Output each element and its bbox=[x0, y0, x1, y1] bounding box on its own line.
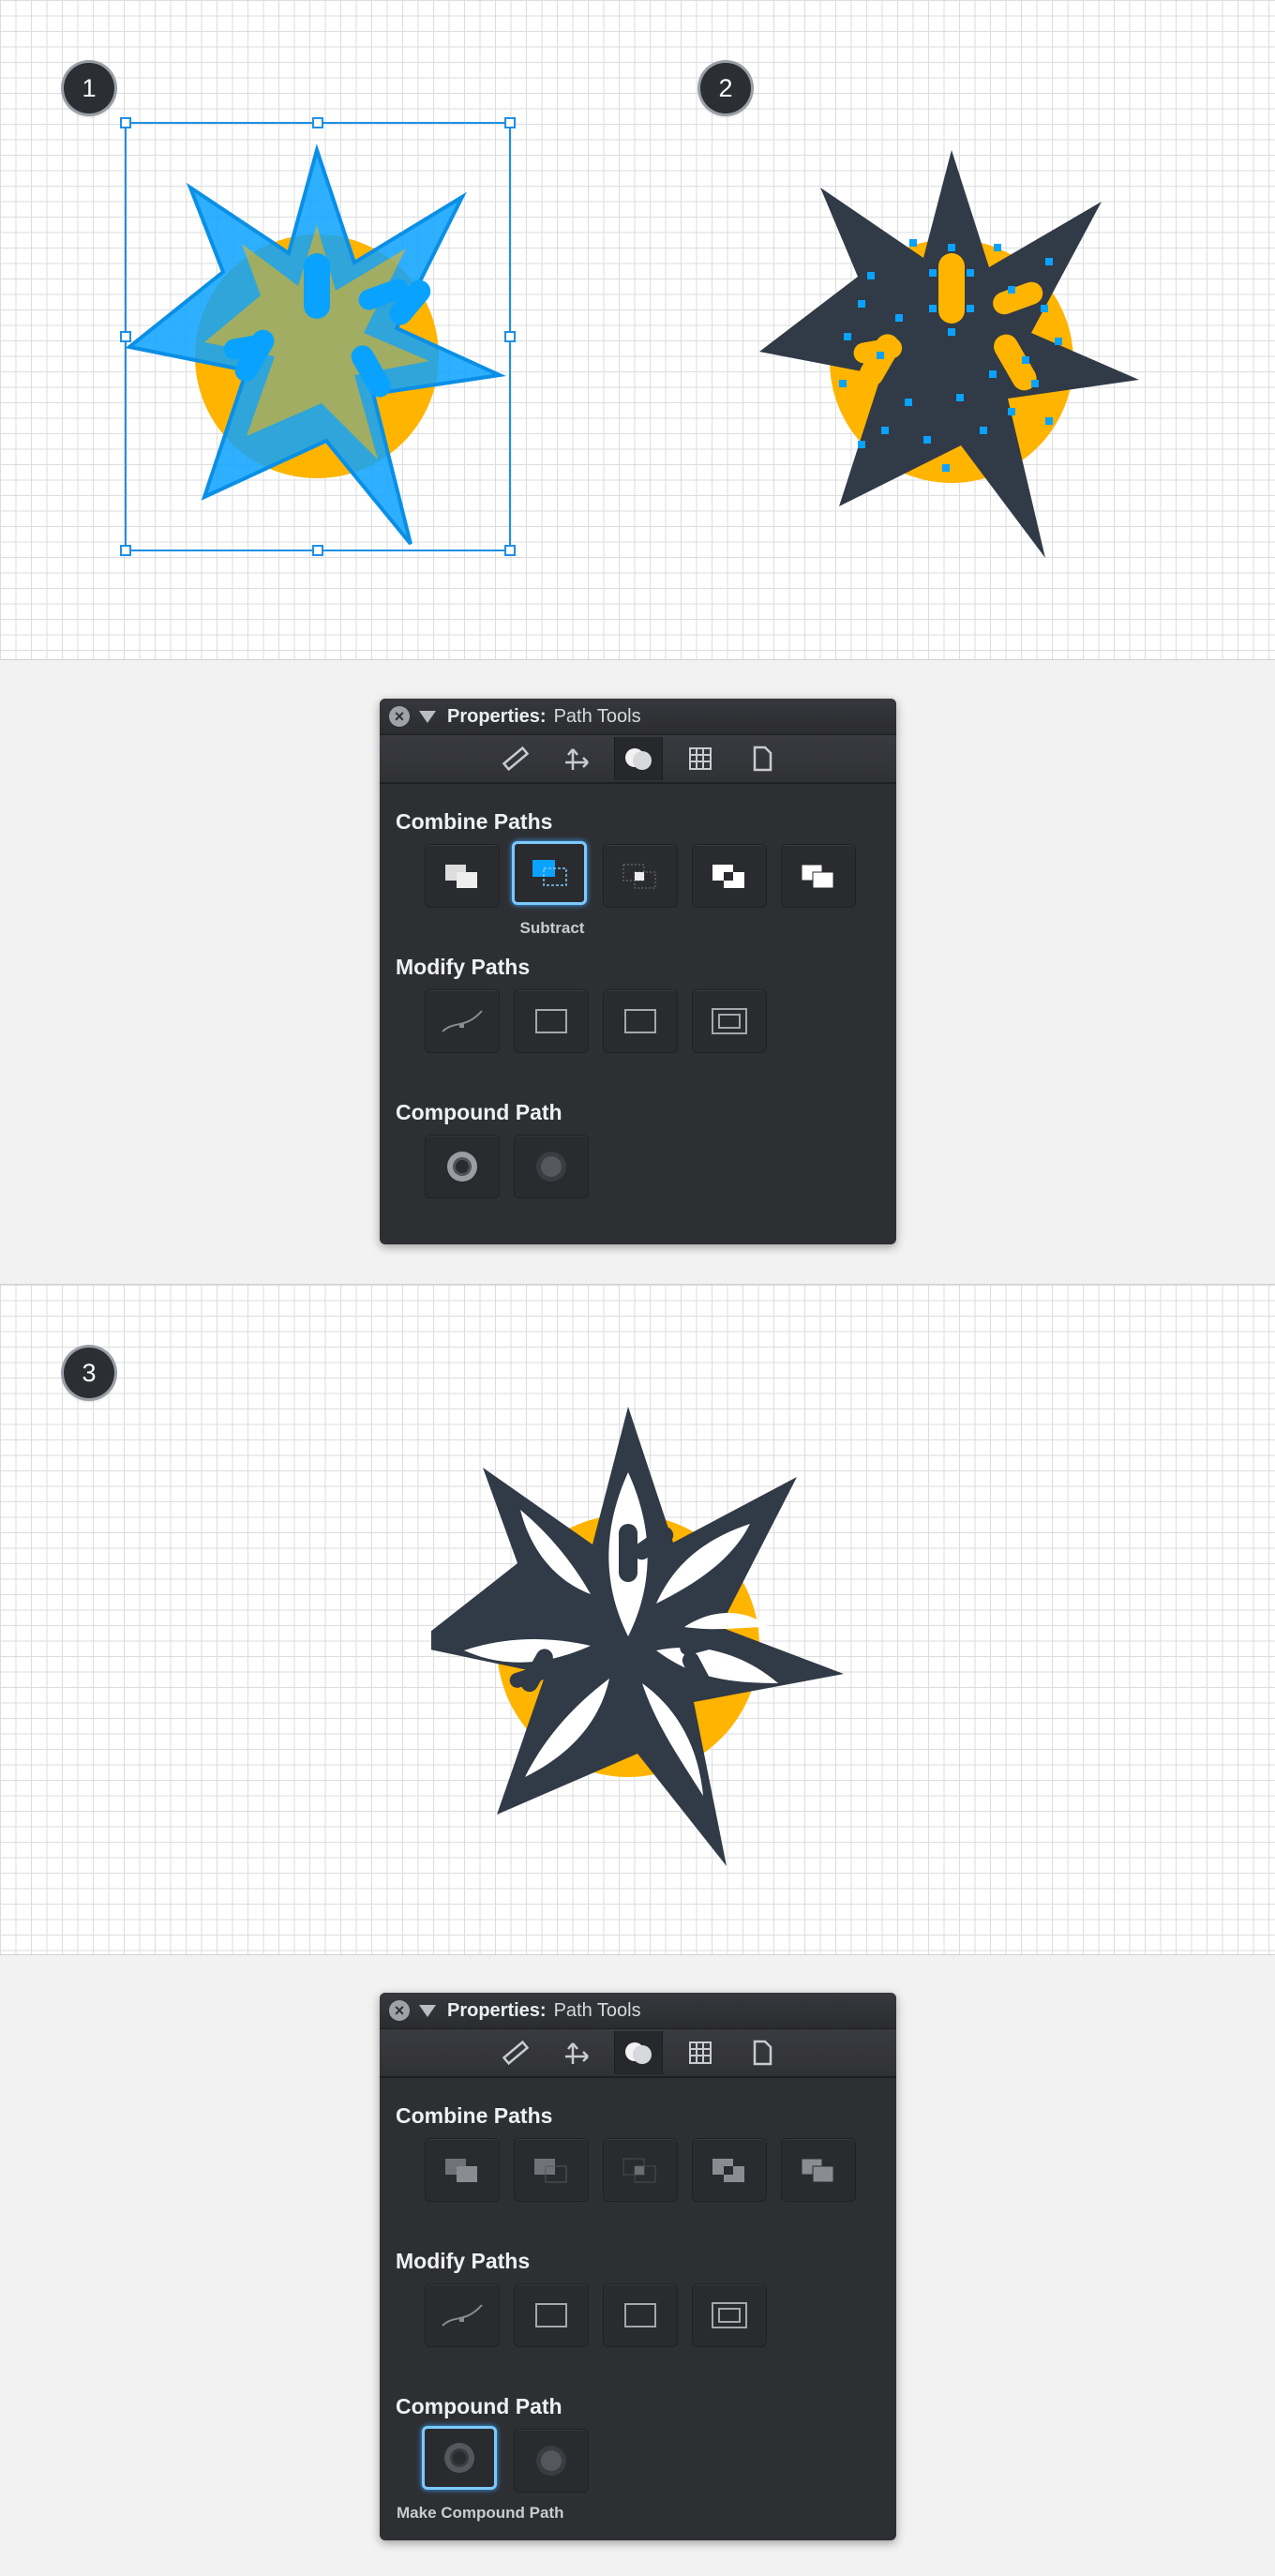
selection-bounding-box[interactable] bbox=[120, 117, 523, 558]
dark-star-with-anchors[interactable] bbox=[755, 117, 1158, 558]
make-compound-path-button[interactable] bbox=[422, 2426, 497, 2490]
transform-icon[interactable] bbox=[552, 737, 601, 780]
panel-title-value: Path Tools bbox=[553, 1999, 641, 2021]
simplify-path-button[interactable] bbox=[425, 2283, 500, 2347]
exclude-button[interactable] bbox=[692, 844, 767, 908]
close-icon[interactable]: × bbox=[389, 706, 410, 727]
ruler-icon[interactable] bbox=[490, 2031, 539, 2074]
document-icon[interactable] bbox=[738, 2031, 787, 2074]
modify-paths-heading: Modify Paths bbox=[396, 2249, 531, 2273]
divide-button[interactable] bbox=[781, 844, 856, 908]
artboard-canvas-bottom[interactable]: 3 bbox=[0, 1284, 1275, 1955]
outline-stroke-button[interactable] bbox=[514, 989, 589, 1053]
path-ops-icon[interactable] bbox=[613, 2031, 663, 2074]
panel-tab-bar bbox=[380, 2029, 896, 2078]
panel-title-value: Path Tools bbox=[553, 705, 641, 727]
subtract-button[interactable] bbox=[514, 2138, 589, 2202]
expand-path-button[interactable] bbox=[603, 989, 678, 1053]
close-icon[interactable]: × bbox=[389, 2000, 410, 2021]
collapse-triangle-icon[interactable] bbox=[419, 710, 436, 723]
ruler-icon[interactable] bbox=[490, 737, 539, 780]
properties-panel-path-tools-2: × Properties: Path Tools Combine Paths M… bbox=[380, 1993, 896, 2540]
step-badge-1: 1 bbox=[64, 63, 114, 113]
divide-button[interactable] bbox=[781, 2138, 856, 2202]
release-compound-path-button[interactable] bbox=[514, 1135, 589, 1198]
compound-path-heading: Compound Path bbox=[396, 1100, 562, 1124]
final-star-artwork[interactable] bbox=[431, 1402, 844, 1871]
panel-titlebar: × Properties: Path Tools bbox=[380, 1993, 896, 2029]
subtract-caption: Subtract bbox=[519, 919, 585, 937]
artboard-canvas-top[interactable]: 1 2 bbox=[0, 0, 1275, 660]
compound-path-heading: Compound Path bbox=[396, 2394, 562, 2418]
combine-paths-heading: Combine Paths bbox=[396, 2103, 553, 2128]
modify-paths-heading: Modify Paths bbox=[396, 955, 531, 979]
union-button[interactable] bbox=[425, 844, 500, 908]
make-compound-path-caption: Make Compound Path bbox=[397, 2504, 564, 2522]
outline-stroke-button[interactable] bbox=[514, 2283, 589, 2347]
panel-title-label: Properties: bbox=[447, 1999, 547, 2021]
subtract-button[interactable] bbox=[512, 841, 587, 905]
collapse-triangle-icon[interactable] bbox=[419, 2004, 436, 2017]
panel-titlebar: × Properties: Path Tools bbox=[380, 699, 896, 735]
intersect-button[interactable] bbox=[603, 844, 678, 908]
simplify-path-button[interactable] bbox=[425, 989, 500, 1053]
path-ops-icon[interactable] bbox=[613, 737, 663, 780]
offset-path-button[interactable] bbox=[692, 989, 767, 1053]
grid-icon[interactable] bbox=[676, 2031, 725, 2074]
offset-path-button[interactable] bbox=[692, 2283, 767, 2347]
properties-panel-path-tools: × Properties: Path Tools Combine Paths S… bbox=[380, 699, 896, 1244]
panel-title-label: Properties: bbox=[447, 705, 547, 727]
release-compound-path-button[interactable] bbox=[514, 2429, 589, 2493]
step-badge-3: 3 bbox=[64, 1348, 114, 1398]
step-badge-2: 2 bbox=[700, 63, 751, 113]
combine-paths-heading: Combine Paths bbox=[396, 809, 553, 834]
grid-icon[interactable] bbox=[676, 737, 725, 780]
exclude-button[interactable] bbox=[692, 2138, 767, 2202]
transform-icon[interactable] bbox=[552, 2031, 601, 2074]
intersect-button[interactable] bbox=[603, 2138, 678, 2202]
document-icon[interactable] bbox=[738, 737, 787, 780]
make-compound-path-button[interactable] bbox=[425, 1135, 500, 1198]
expand-path-button[interactable] bbox=[603, 2283, 678, 2347]
union-button[interactable] bbox=[425, 2138, 500, 2202]
panel-tab-bar bbox=[380, 735, 896, 784]
